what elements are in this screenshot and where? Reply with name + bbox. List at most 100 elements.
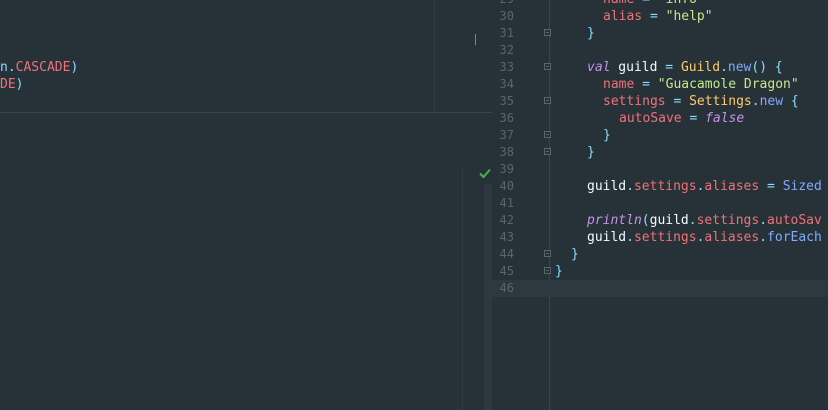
code-row[interactable]: 35 settings = Settings.new { <box>492 93 828 110</box>
code-row[interactable]: 29 name = "info" <box>492 0 828 8</box>
pane-splitter[interactable] <box>0 112 492 113</box>
code-row[interactable]: 37} <box>492 127 828 144</box>
check-icon <box>479 168 491 179</box>
code-token: settings <box>633 179 697 194</box>
code-token: ( <box>641 213 650 228</box>
left-code-line-1: n.CASCADE) <box>0 59 78 76</box>
code-token: settings <box>603 94 666 109</box>
line-number: 33 <box>499 60 514 74</box>
line-number: 46 <box>499 281 514 295</box>
left-code-suffix: ) <box>70 60 79 75</box>
code-text: name = "Guacamole Dragon" <box>603 76 799 93</box>
code-text: } <box>587 144 595 161</box>
line-number: 39 <box>499 162 514 176</box>
code-text: println(guild.settings.autoSav <box>587 212 822 229</box>
code-row[interactable]: 34 name = "Guacamole Dragon" <box>492 76 828 93</box>
code-token: . <box>759 213 768 228</box>
code-token: autoSav <box>767 213 822 228</box>
left-code-line-2: DE) <box>0 76 23 93</box>
code-editor[interactable]: 29name = "info"30alias = "help"31}3233va… <box>492 0 828 410</box>
code-token: aliases <box>704 230 760 245</box>
fold-marker-icon[interactable] <box>544 148 551 155</box>
code-row[interactable]: 45} <box>492 263 828 280</box>
code-row[interactable]: 32 <box>492 42 828 59</box>
line-number: 42 <box>499 213 514 227</box>
code-token: guild <box>587 230 627 245</box>
line-number: 34 <box>499 77 514 91</box>
code-token: = <box>759 179 783 194</box>
code-row[interactable]: 44} <box>492 246 828 263</box>
code-token: forEach <box>767 230 822 245</box>
code-text: } <box>587 25 595 42</box>
line-number: 35 <box>499 94 514 108</box>
code-text: guild.settings.aliases = Sized <box>587 178 822 195</box>
left-editor-top-region[interactable]: n.CASCADE) DE) <box>0 0 492 112</box>
code-token: () { <box>751 60 783 75</box>
code-text: guild.settings.aliases.forEach <box>587 229 822 246</box>
left-code-constant-2: DE <box>0 77 16 92</box>
code-text: autoSave = false <box>619 110 744 127</box>
code-token: = <box>681 111 706 126</box>
code-token: { <box>783 94 799 109</box>
fold-marker-icon[interactable] <box>544 63 551 70</box>
code-token: } <box>571 247 579 262</box>
code-row[interactable]: 41 <box>492 195 828 212</box>
code-token: alias <box>603 9 643 24</box>
fold-marker-icon[interactable] <box>544 29 551 36</box>
code-text: alias = "help" <box>603 8 713 25</box>
code-token: settings <box>633 230 697 245</box>
code-row[interactable]: 38} <box>492 144 828 161</box>
line-number: 31 <box>499 26 514 40</box>
code-token: new <box>727 60 752 75</box>
left-editor-pane[interactable]: n.CASCADE) DE) <box>0 0 492 410</box>
code-token: = <box>634 0 657 7</box>
code-token: guild <box>610 60 666 75</box>
code-token: } <box>587 145 595 160</box>
indent-guide-lower <box>462 168 463 410</box>
line-number: 30 <box>499 9 514 23</box>
line-number: 29 <box>492 0 514 8</box>
code-text: name = "info" <box>603 0 705 8</box>
code-token: aliases <box>704 179 760 194</box>
code-row[interactable]: 33 val guild = Guild.new() { <box>492 59 828 76</box>
code-row[interactable]: 31} <box>492 25 828 42</box>
code-row[interactable]: 39 <box>492 161 828 178</box>
code-token: Guild <box>680 60 721 75</box>
code-token: val <box>587 60 611 75</box>
code-text: } <box>555 263 563 280</box>
code-row[interactable]: 46 <box>492 280 828 297</box>
code-token: . <box>688 213 697 228</box>
code-row[interactable]: 30 alias = "help" <box>492 8 828 25</box>
code-row[interactable]: 36 autoSave = false <box>492 110 828 127</box>
code-token: = <box>642 9 666 24</box>
fold-marker-icon[interactable] <box>544 97 551 104</box>
scrollbar-track[interactable] <box>484 184 492 410</box>
code-token: = <box>665 60 681 75</box>
left-code-prefix: n. <box>0 60 16 75</box>
code-token: name <box>603 0 634 7</box>
code-row[interactable]: 42 println(guild.settings.autoSav <box>492 212 828 229</box>
code-token: "info" <box>658 0 705 7</box>
fold-marker-icon[interactable] <box>544 267 551 274</box>
code-token: . <box>759 230 768 245</box>
fold-marker-icon[interactable] <box>544 250 551 257</box>
line-number: 32 <box>499 43 514 57</box>
code-text: } <box>571 246 579 263</box>
line-number: 36 <box>499 111 514 125</box>
code-token: println <box>587 213 642 228</box>
code-token: . <box>626 179 634 194</box>
code-token: . <box>720 60 728 75</box>
line-number: 41 <box>499 196 514 210</box>
code-token: Settings <box>689 94 752 109</box>
fold-marker-icon[interactable] <box>544 131 551 138</box>
code-token: Sized <box>782 179 822 194</box>
code-row[interactable]: 40 guild.settings.aliases = Sized <box>492 178 828 195</box>
indent-guide <box>434 0 435 112</box>
line-number: 44 <box>499 247 514 261</box>
code-token: } <box>603 128 611 143</box>
code-token: autoSave <box>619 111 682 126</box>
code-token: guild <box>649 213 689 228</box>
code-token: false <box>705 111 745 126</box>
code-token: . <box>626 230 634 245</box>
code-row[interactable]: 43 guild.settings.aliases.forEach <box>492 229 828 246</box>
